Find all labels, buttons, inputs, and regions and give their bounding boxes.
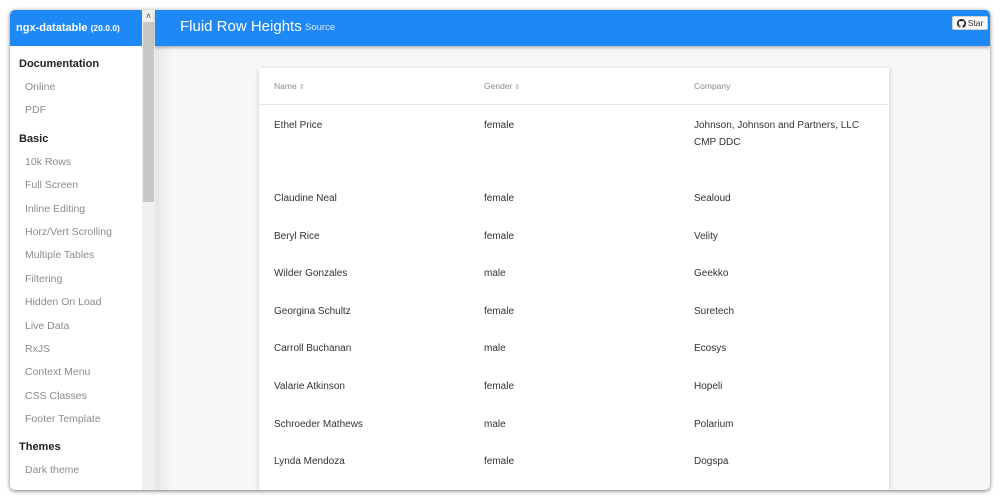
sort-icon[interactable]: ⇕ — [299, 84, 305, 91]
table-row[interactable]: Valarie Atkinson female Hopeli — [259, 366, 889, 404]
sidebar-item-css-classes[interactable]: CSS Classes — [10, 385, 153, 408]
cell-company: Velity — [694, 230, 718, 242]
brand-name: ngx-datatable — [16, 22, 88, 34]
brand[interactable]: ngx-datatable (20.0.0) — [10, 10, 153, 46]
nav-section-title: Basic — [19, 132, 49, 145]
table-row[interactable]: Lynda Mendoza female Dogspa — [259, 441, 889, 479]
sidebar-item-hidden-on-load[interactable]: Hidden On Load — [10, 291, 153, 314]
cell-gender: female — [484, 230, 515, 242]
cell-gender: female — [484, 193, 515, 204]
sort-icon[interactable]: ⇕ — [514, 84, 520, 91]
nav-section-title: Themes — [19, 441, 61, 454]
cell-company: Geekko — [694, 268, 729, 280]
company-line: Johnson, Johnson and Partners, LLC — [694, 120, 860, 131]
cell-gender: female — [484, 380, 515, 392]
source-link[interactable]: Source — [305, 10, 335, 46]
company-line: CMP DDC — [694, 137, 741, 148]
sidebar-item-online[interactable]: Online — [10, 76, 153, 99]
cell-gender: male — [484, 268, 506, 280]
cell-name: Carroll Buchanan — [274, 343, 352, 355]
scroll-up-arrow-icon[interactable]: ˄ — [142, 10, 155, 22]
table-row[interactable]: Claudine Neal female Sealoud — [259, 178, 889, 216]
cell-company: Sealoud — [694, 193, 731, 204]
cell-name: Beryl Rice — [274, 230, 320, 242]
table-row[interactable]: Ethel Price female Johnson, Johnson and Pa… — [259, 105, 889, 178]
cell-company: Hopeli — [694, 380, 723, 392]
star-label: Star — [967, 18, 984, 28]
table-header: Name ⇕ Gender ⇕ Company — [259, 68, 889, 105]
cell-gender: female — [484, 305, 515, 317]
sidebar: ngx-datatable (20.0.0) Documentation Onli… — [10, 10, 153, 490]
cell-name: Wilder Gonzales — [274, 268, 348, 280]
github-icon — [956, 18, 966, 28]
brand-version: (20.0.0) — [90, 23, 120, 33]
sidebar-nav: Documentation Online PDF Basic 10k Rows Full … — [10, 46, 153, 483]
column-header-company: Company — [694, 81, 731, 91]
column-header-name[interactable]: Name ⇕ — [274, 81, 305, 91]
sidebar-item-filtering[interactable]: Filtering — [10, 268, 153, 291]
main-area-shadow — [155, 46, 173, 490]
cell-company: Ecosys — [694, 343, 727, 355]
table-row[interactable]: Georgina Schultz female Suretech — [259, 291, 889, 329]
page-title: Fluid Row Heights — [180, 18, 302, 35]
sidebar-item-horz-vert-scrolling[interactable]: Horz/Vert Scrolling — [10, 221, 153, 244]
cell-gender: male — [484, 343, 506, 355]
cell-name: Georgina Schultz — [274, 305, 351, 317]
table-row[interactable]: Wilder Gonzales male Geekko — [259, 253, 889, 291]
header-bar: Fluid Row Heights Source Star — [155, 10, 990, 46]
table-body: Ethel Price female Johnson, Johnson and Pa… — [259, 105, 889, 490]
table-row[interactable]: Sarah MasseyfemaleBisba — [259, 479, 889, 490]
github-star-button[interactable]: Star — [952, 16, 988, 30]
cell-name: Schroeder Mathews — [274, 418, 363, 430]
sidebar-item-pdf[interactable]: PDF — [10, 99, 153, 122]
cell-company: Polarium — [694, 418, 734, 430]
sidebar-item-full-screen[interactable]: Full Screen — [10, 174, 153, 197]
cell-company: Suretech — [694, 305, 735, 317]
cell-name: Lynda Mendoza — [274, 456, 345, 468]
column-header-gender[interactable]: Gender ⇕ — [484, 81, 520, 91]
table-row[interactable]: Beryl Rice female Velity — [259, 216, 889, 254]
cell-gender: female — [484, 456, 515, 468]
table-row[interactable]: Carroll Buchanan male Ecosys — [259, 328, 889, 366]
cell-name: Claudine Neal — [274, 193, 337, 204]
sidebar-item-10k-rows[interactable]: 10k Rows — [10, 151, 153, 174]
app-window: ngx-datatable (20.0.0) Documentation Onli… — [10, 10, 990, 490]
cell-company: Dogspa — [694, 456, 729, 468]
table-row[interactable]: Schroeder Mathews male Polarium — [259, 404, 889, 442]
cell-company: Johnson, Johnson and Partners, LLC CMP DD… — [694, 117, 859, 151]
sidebar-item-inline-editing[interactable]: Inline Editing — [10, 198, 153, 221]
sidebar-scrollbar[interactable]: ˄ — [142, 10, 155, 490]
datatable: Name ⇕ Gender ⇕ Company Ethel Price female J… — [259, 68, 889, 490]
sidebar-item-dark-theme[interactable]: Dark theme — [10, 459, 153, 482]
sidebar-item-rxjs[interactable]: RxJS — [10, 338, 153, 361]
cell-name: Ethel Price — [274, 120, 323, 131]
scroll-thumb[interactable] — [143, 22, 154, 202]
cell-name: Valarie Atkinson — [274, 380, 345, 392]
cell-gender: male — [484, 418, 506, 430]
sidebar-item-context-menu[interactable]: Context Menu — [10, 361, 153, 384]
cell-gender: female — [484, 120, 515, 131]
sidebar-item-live-data[interactable]: Live Data — [10, 315, 153, 338]
sidebar-item-footer-template[interactable]: Footer Template — [10, 408, 153, 431]
sidebar-item-multiple-tables[interactable]: Multiple Tables — [10, 244, 153, 267]
nav-section-title: Documentation — [19, 58, 100, 70]
